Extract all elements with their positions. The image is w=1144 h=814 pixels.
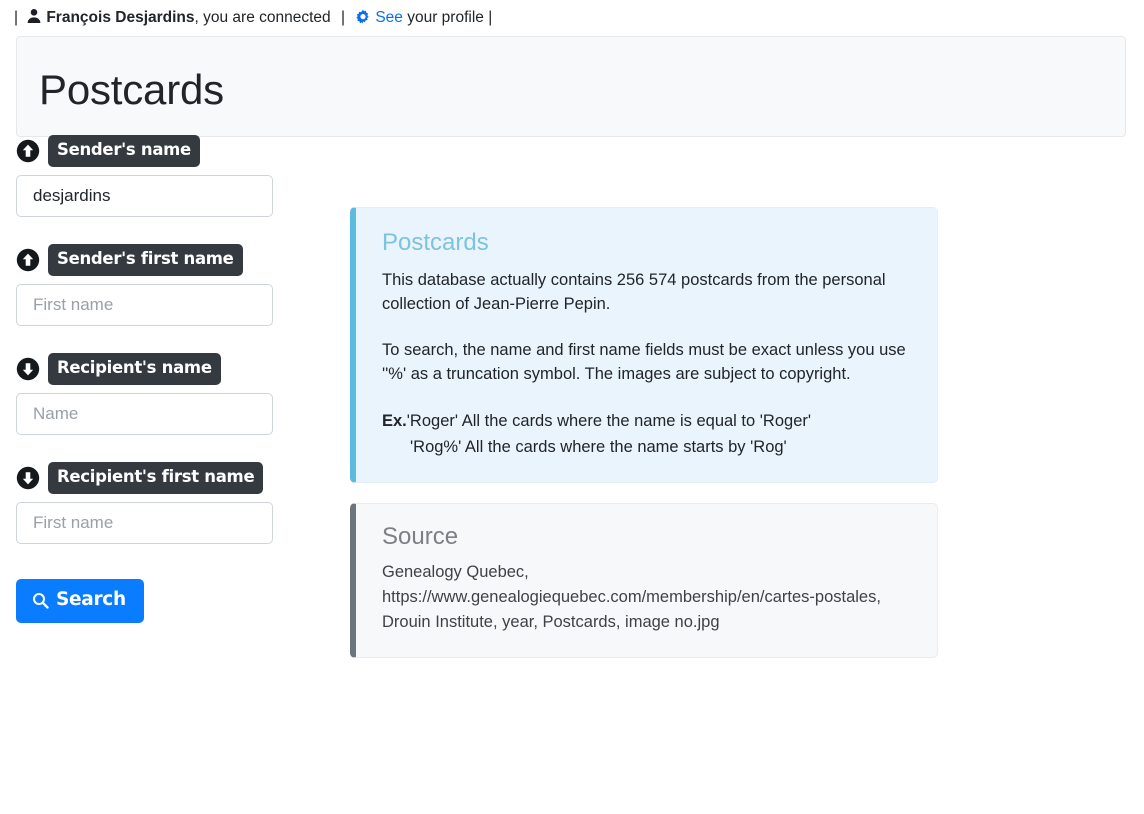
- field-label-senders-first-name: Sender's first name: [48, 244, 243, 276]
- example-label: Ex.: [382, 412, 407, 430]
- source-panel-title: Source: [382, 523, 459, 550]
- field-label-recipients-name: Recipient's name: [48, 353, 221, 385]
- postcards-info-panel: Postcards This database actually contain…: [350, 207, 938, 483]
- senders-first-name-input[interactable]: [16, 284, 273, 326]
- connected-text: , you are connected: [194, 9, 331, 26]
- field-label-row: Sender's name: [16, 135, 316, 167]
- person-icon: [26, 8, 42, 30]
- gear-icon[interactable]: [355, 9, 371, 31]
- separator-pipe-start: |: [14, 9, 19, 26]
- field-group-recipients-first-name: Recipient's first name: [16, 462, 316, 544]
- profile-link-suffix: your profile: [402, 9, 484, 26]
- separator-pipe-middle: |: [340, 9, 346, 26]
- info-panel-paragraph-1: This database actually contains 256 574 …: [382, 271, 886, 313]
- arrow-circle-down-icon: [16, 357, 40, 381]
- search-form: Sender's name Sender's first name: [16, 135, 316, 623]
- source-panel-text: Genealogy Quebec, https://www.genealogie…: [382, 563, 881, 631]
- field-label-recipients-first-name: Recipient's first name: [48, 462, 264, 494]
- info-panel-examples: Ex.'Roger' All the cards where the name …: [382, 408, 913, 460]
- field-group-senders-name: Sender's name: [16, 135, 316, 217]
- field-label-row: Recipient's name: [16, 353, 316, 385]
- recipients-first-name-input[interactable]: [16, 502, 273, 544]
- arrow-circle-up-icon: [16, 139, 40, 163]
- connected-username: François Desjardins: [46, 9, 195, 26]
- see-profile-link[interactable]: See: [375, 9, 403, 26]
- search-button-label: Search: [56, 589, 126, 610]
- example-line-1: 'Roger' All the cards where the name is …: [406, 412, 812, 430]
- search-button[interactable]: Search: [16, 579, 144, 623]
- field-label-senders-name: Sender's name: [48, 135, 200, 167]
- arrow-circle-down-icon: [16, 466, 40, 490]
- page-title: Postcards: [39, 66, 224, 113]
- search-icon: [32, 592, 49, 609]
- connected-status-bar: | François Desjardins, you are connected…: [0, 0, 1144, 31]
- arrow-circle-up-icon: [16, 248, 40, 272]
- source-panel: Source Genealogy Quebec, https://www.gen…: [350, 503, 938, 658]
- info-panel-paragraph-2: To search, the name and first name field…: [382, 341, 906, 383]
- field-group-senders-first-name: Sender's first name: [16, 244, 316, 326]
- field-group-recipients-name: Recipient's name: [16, 353, 316, 435]
- separator-pipe-end: |: [488, 9, 493, 26]
- example-line-2: 'Rog%' All the cards where the name star…: [410, 438, 787, 456]
- info-panels: Postcards This database actually contain…: [350, 207, 938, 658]
- recipients-name-input[interactable]: [16, 393, 273, 435]
- field-label-row: Sender's first name: [16, 244, 316, 276]
- field-label-row: Recipient's first name: [16, 462, 316, 494]
- info-panel-title: Postcards: [382, 229, 489, 256]
- page-header-panel: Postcards: [16, 36, 1126, 137]
- senders-name-input[interactable]: [16, 175, 273, 217]
